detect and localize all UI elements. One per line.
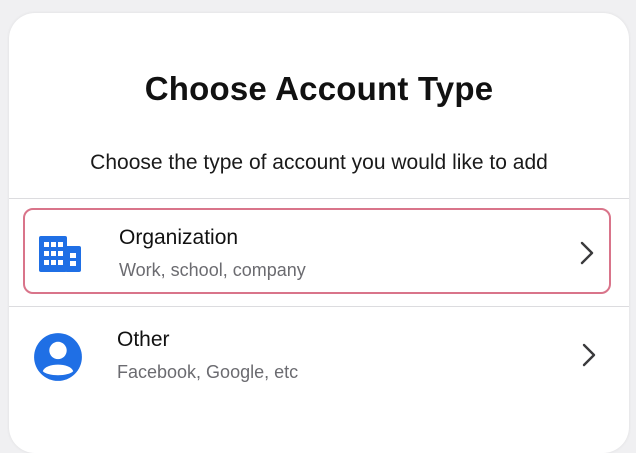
option-description: Facebook, Google, etc [117, 362, 299, 382]
divider [9, 306, 629, 307]
dialog-title: Choose Account Type [144, 70, 494, 107]
building-icon [39, 236, 81, 272]
option-other[interactable]: Other Facebook, Google, etc [23, 312, 611, 398]
person-circle-icon [34, 333, 82, 381]
chevron-right-icon [580, 241, 594, 265]
option-description: Work, school, company [119, 260, 306, 280]
account-type-dialog: Choose Account Type Choose the type of a… [9, 13, 629, 453]
option-label: Organization [119, 226, 239, 249]
option-label: Other [117, 328, 170, 351]
dialog-subtitle: Choose the type of account you would lik… [90, 151, 548, 174]
option-organization[interactable]: Organization Work, school, company [23, 208, 611, 294]
chevron-right-icon [582, 343, 596, 367]
divider [9, 198, 629, 199]
